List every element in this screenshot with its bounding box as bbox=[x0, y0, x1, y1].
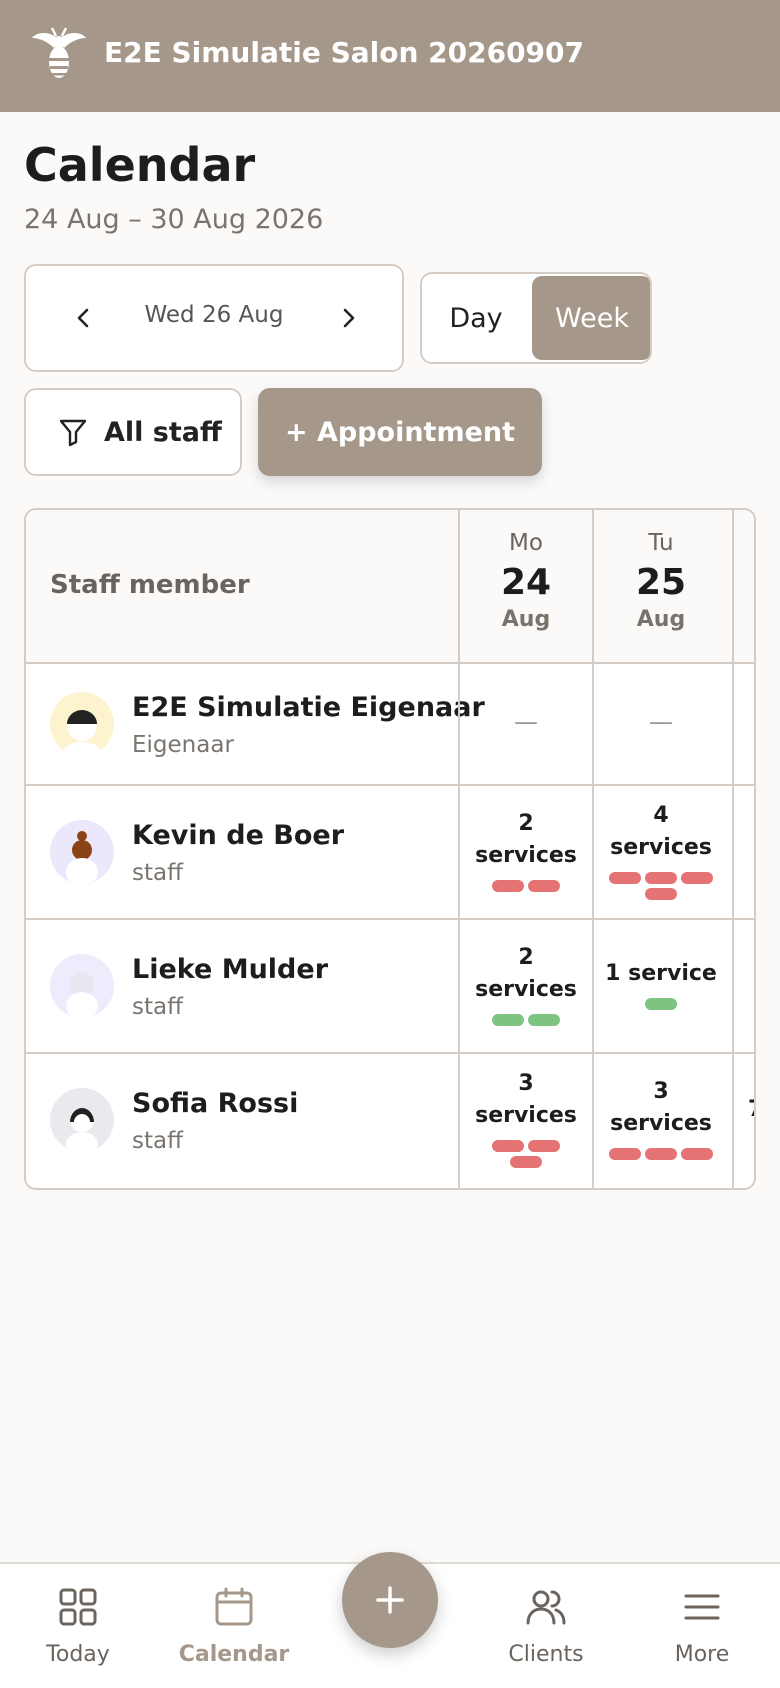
staff-filter-label: All staff bbox=[104, 416, 222, 448]
column-divider bbox=[458, 510, 460, 1188]
users-icon bbox=[526, 1590, 566, 1625]
date-range: 24 Aug – 30 Aug 2026 bbox=[24, 204, 324, 235]
staff-row[interactable]: Kevin de Boer staff 2 services 4 service… bbox=[26, 786, 754, 920]
service-indicators bbox=[607, 872, 715, 900]
date-navigator: Wed 26 Aug bbox=[24, 264, 404, 372]
nav-more-label: More bbox=[674, 1642, 730, 1667]
menu-icon bbox=[684, 1594, 720, 1620]
staff-filter-button[interactable]: All staff bbox=[24, 388, 242, 476]
day-cell[interactable]: 1 service bbox=[598, 958, 724, 1010]
day-cell[interactable]: 3 services bbox=[606, 1076, 716, 1160]
staff-column-header: Staff member bbox=[50, 570, 250, 600]
avatar bbox=[50, 1088, 114, 1152]
day-of-week: Tu bbox=[648, 530, 674, 556]
calendar-grid: Staff member Mo 24 Aug Tu 25 Aug E2E Sim… bbox=[24, 508, 756, 1190]
day-month: Aug bbox=[501, 607, 551, 632]
staff-role: Eigenaar bbox=[132, 732, 234, 758]
day-cell[interactable]: — bbox=[460, 708, 592, 736]
view-toggle: Day Week bbox=[420, 272, 652, 364]
salon-name: E2E Simulatie Salon 20260907 bbox=[104, 36, 585, 69]
week-view-button[interactable]: Week bbox=[532, 276, 650, 360]
day-header-tue[interactable]: Tu 25 Aug bbox=[594, 510, 728, 664]
service-indicators bbox=[607, 1148, 715, 1160]
staff-name: E2E Simulatie Eigenaar bbox=[132, 692, 485, 723]
add-appointment-button[interactable]: + Appointment bbox=[258, 388, 542, 476]
day-cell[interactable]: 2 services bbox=[472, 942, 580, 1026]
service-count: 1 service bbox=[605, 961, 717, 986]
service-indicators bbox=[491, 1014, 561, 1026]
day-number: 24 bbox=[500, 562, 552, 603]
empty-cell-dash: — bbox=[514, 708, 538, 736]
grid-icon bbox=[59, 1588, 97, 1626]
staff-role: staff bbox=[132, 860, 183, 886]
nav-more[interactable]: More bbox=[642, 1586, 762, 1667]
column-divider bbox=[592, 510, 594, 1188]
day-cell-overflow: 7 bbox=[748, 1094, 754, 1126]
bee-logo-icon bbox=[32, 27, 86, 78]
day-view-button[interactable]: Day bbox=[422, 274, 530, 362]
chevron-right-icon bbox=[343, 308, 355, 328]
calendar-icon bbox=[215, 1587, 253, 1626]
day-of-week: Mo bbox=[509, 530, 543, 556]
day-month: Aug bbox=[636, 607, 686, 632]
nav-calendar-label: Calendar bbox=[178, 1642, 290, 1667]
service-count: 3 services bbox=[610, 1079, 712, 1136]
day-cell[interactable]: 3 services bbox=[472, 1068, 580, 1168]
grid-header-row: Staff member Mo 24 Aug Tu 25 Aug bbox=[26, 510, 754, 664]
filter-icon bbox=[59, 419, 87, 447]
day-cell[interactable]: 2 services bbox=[472, 808, 580, 892]
nav-calendar[interactable]: Calendar bbox=[174, 1586, 294, 1667]
staff-name: Lieke Mulder bbox=[132, 954, 329, 985]
nav-clients[interactable]: Clients bbox=[486, 1586, 606, 1667]
service-indicators bbox=[491, 880, 561, 892]
staff-row[interactable]: Sofia Rossi staff 3 services 3 services … bbox=[26, 1054, 754, 1188]
staff-row[interactable]: E2E Simulatie Eigenaar Eigenaar — — bbox=[26, 664, 754, 786]
service-indicators bbox=[491, 1140, 561, 1168]
column-divider bbox=[732, 510, 734, 1188]
service-indicators bbox=[641, 998, 681, 1010]
staff-role: staff bbox=[132, 1128, 183, 1154]
avatar bbox=[50, 692, 114, 756]
page-title: Calendar bbox=[24, 138, 256, 192]
nav-today-label: Today bbox=[46, 1642, 110, 1667]
service-count: 4 services bbox=[610, 803, 712, 860]
day-header-mon[interactable]: Mo 24 Aug bbox=[460, 510, 592, 664]
quick-add-button[interactable] bbox=[342, 1552, 438, 1648]
staff-name: Kevin de Boer bbox=[132, 820, 345, 851]
avatar bbox=[50, 954, 114, 1018]
staff-name: Sofia Rossi bbox=[132, 1088, 299, 1119]
service-count: 2 services bbox=[475, 945, 577, 1002]
day-number: 25 bbox=[635, 562, 687, 603]
nav-today[interactable]: Today bbox=[18, 1586, 138, 1667]
top-app-bar: E2E Simulatie Salon 20260907 bbox=[0, 0, 780, 112]
service-count: 3 services bbox=[475, 1071, 577, 1128]
day-cell[interactable]: 4 services bbox=[606, 800, 716, 900]
day-cell[interactable]: — bbox=[594, 708, 728, 736]
service-count: 2 services bbox=[475, 811, 577, 868]
staff-row[interactable]: Lieke Mulder staff 2 services 1 service bbox=[26, 920, 754, 1054]
staff-role: staff bbox=[132, 994, 183, 1020]
avatar bbox=[50, 820, 114, 884]
nav-clients-label: Clients bbox=[508, 1642, 584, 1667]
plus-icon bbox=[376, 1586, 404, 1614]
empty-cell-dash: — bbox=[649, 708, 673, 736]
service-count: 7 bbox=[748, 1094, 754, 1126]
next-date-button[interactable] bbox=[330, 300, 366, 336]
